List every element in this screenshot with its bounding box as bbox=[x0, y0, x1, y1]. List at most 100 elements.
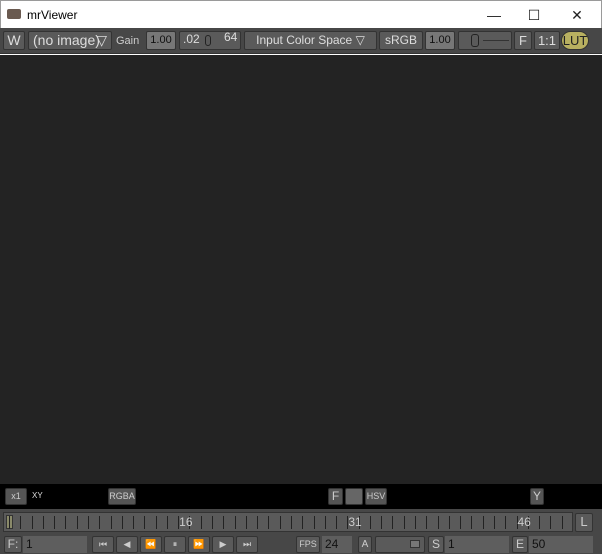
timeline-tick bbox=[336, 516, 338, 529]
chevron-down-icon: ▽ bbox=[96, 32, 107, 48]
title-bar: mrViewer — ☐ ✕ bbox=[0, 0, 602, 28]
timeline-tick bbox=[302, 516, 304, 529]
hsv-button[interactable]: HSV bbox=[365, 488, 387, 505]
loop-button[interactable]: L bbox=[575, 513, 593, 532]
gain-input[interactable]: 1.00 bbox=[146, 31, 176, 50]
timeline-tick bbox=[234, 516, 236, 529]
timeline-tick bbox=[505, 516, 507, 529]
timeline-tick bbox=[54, 516, 56, 529]
timeline-tick bbox=[223, 516, 225, 529]
zoom-factor-button[interactable]: x1 bbox=[5, 488, 27, 505]
frame-input[interactable]: 1 bbox=[23, 536, 87, 553]
fit-button[interactable]: F bbox=[514, 31, 532, 50]
timeline-tick bbox=[65, 516, 67, 529]
timeline-tick bbox=[279, 516, 281, 529]
timeline-label: 46 bbox=[517, 515, 531, 529]
timeline-tick bbox=[200, 516, 202, 529]
close-button[interactable]: ✕ bbox=[562, 5, 592, 25]
maximize-button[interactable]: ☐ bbox=[519, 5, 549, 25]
image-label: (no image) bbox=[33, 32, 100, 48]
timeline-tick bbox=[155, 516, 157, 529]
display-dropdown[interactable]: sRGB bbox=[379, 31, 423, 50]
timeline-tick bbox=[133, 516, 135, 529]
toolbar: W (no image) ▽ Gain 1.00 .02 64 Input Col… bbox=[0, 28, 602, 54]
chevron-down-icon: ▽ bbox=[355, 33, 365, 47]
timeline-label: 16 bbox=[179, 515, 193, 529]
range-min: .02 bbox=[183, 32, 200, 46]
timeline-tick bbox=[87, 516, 89, 529]
slider-handle[interactable] bbox=[410, 540, 420, 548]
app-icon bbox=[7, 9, 21, 19]
end-frame-input[interactable]: 50 bbox=[529, 536, 593, 553]
timeline-tick bbox=[324, 516, 326, 529]
slider-handle[interactable] bbox=[471, 34, 479, 47]
end-label: E bbox=[512, 536, 528, 553]
play-forward-button[interactable]: ⏩ bbox=[188, 536, 210, 553]
gamma-slider[interactable] bbox=[458, 31, 512, 50]
timeline-tick bbox=[268, 516, 270, 529]
y-button[interactable]: Y bbox=[530, 488, 544, 505]
playback-controls: F: 1 ⏮ ◀ ⏪ ⏸ ⏩ ▶ ⏭ FPS 24 A S 1 E 50 bbox=[0, 535, 602, 554]
input-color-space-label: Input Color Space bbox=[256, 33, 353, 47]
timeline: 16 31 46 L bbox=[0, 509, 602, 535]
step-forward-button[interactable]: ▶ bbox=[212, 536, 234, 553]
range-slider[interactable]: .02 64 bbox=[179, 31, 241, 50]
window-title: mrViewer bbox=[27, 8, 78, 22]
step-back-button[interactable]: ◀ bbox=[116, 536, 138, 553]
timeline-tick bbox=[212, 516, 213, 529]
input-color-space-dropdown[interactable]: Input Color Space ▽ bbox=[244, 31, 377, 50]
timeline-tick bbox=[426, 516, 428, 529]
slider-handle[interactable] bbox=[205, 35, 211, 46]
play-backward-button[interactable]: ⏪ bbox=[140, 536, 162, 553]
last-frame-button[interactable]: ⏭ bbox=[236, 536, 258, 553]
first-frame-button[interactable]: ⏮ bbox=[92, 536, 114, 553]
color-swatch bbox=[345, 488, 363, 505]
timeline-slider[interactable]: 16 31 46 bbox=[3, 512, 573, 532]
timeline-tick bbox=[9, 516, 10, 529]
timeline-tick bbox=[166, 516, 168, 529]
timeline-tick bbox=[493, 516, 495, 529]
timeline-label: 31 bbox=[348, 515, 362, 529]
timeline-tick bbox=[392, 516, 394, 529]
f-button[interactable]: F bbox=[328, 488, 343, 505]
timeline-tick bbox=[257, 516, 259, 529]
volume-slider[interactable] bbox=[375, 536, 425, 553]
timeline-tick bbox=[290, 516, 292, 529]
timeline-tick bbox=[550, 516, 552, 529]
timeline-tick bbox=[437, 516, 439, 529]
timeline-tick bbox=[245, 516, 247, 529]
image-dropdown[interactable]: (no image) ▽ bbox=[28, 31, 112, 50]
timeline-tick bbox=[110, 516, 112, 529]
frame-label: F: bbox=[4, 536, 22, 553]
timeline-tick bbox=[460, 516, 462, 529]
lut-button[interactable]: LUT bbox=[561, 31, 589, 50]
timeline-tick bbox=[482, 516, 484, 529]
pause-button[interactable]: ⏸ bbox=[164, 536, 186, 553]
timeline-tick bbox=[471, 516, 473, 529]
zoom-1-1-button[interactable]: 1:1 bbox=[534, 31, 560, 50]
coords-label: XY bbox=[32, 491, 43, 500]
start-label: S bbox=[428, 536, 444, 553]
range-max: 64 bbox=[224, 31, 238, 44]
timeline-tick bbox=[561, 516, 563, 529]
gain-label: Gain bbox=[116, 35, 140, 47]
timeline-tick bbox=[144, 516, 146, 529]
timeline-tick bbox=[313, 516, 315, 529]
image-viewport[interactable] bbox=[0, 55, 602, 484]
timeline-tick bbox=[369, 516, 371, 529]
minimize-button[interactable]: — bbox=[479, 5, 509, 25]
window-button[interactable]: W bbox=[3, 31, 25, 50]
timeline-tick bbox=[42, 516, 44, 529]
timeline-tick bbox=[381, 516, 383, 529]
timeline-tick bbox=[121, 516, 123, 529]
timeline-tick bbox=[539, 516, 541, 529]
timeline-tick bbox=[76, 516, 78, 529]
pixel-bar: x1 XY RGBA F HSV Y bbox=[0, 484, 602, 509]
rgba-button[interactable]: RGBA bbox=[108, 488, 136, 505]
fps-input[interactable]: 24 bbox=[322, 536, 352, 553]
start-frame-input[interactable]: 1 bbox=[445, 536, 509, 553]
audio-button[interactable]: A bbox=[358, 536, 372, 553]
gamma-input[interactable]: 1.00 bbox=[425, 31, 455, 50]
timeline-tick bbox=[99, 516, 101, 529]
timeline-tick bbox=[448, 516, 450, 529]
